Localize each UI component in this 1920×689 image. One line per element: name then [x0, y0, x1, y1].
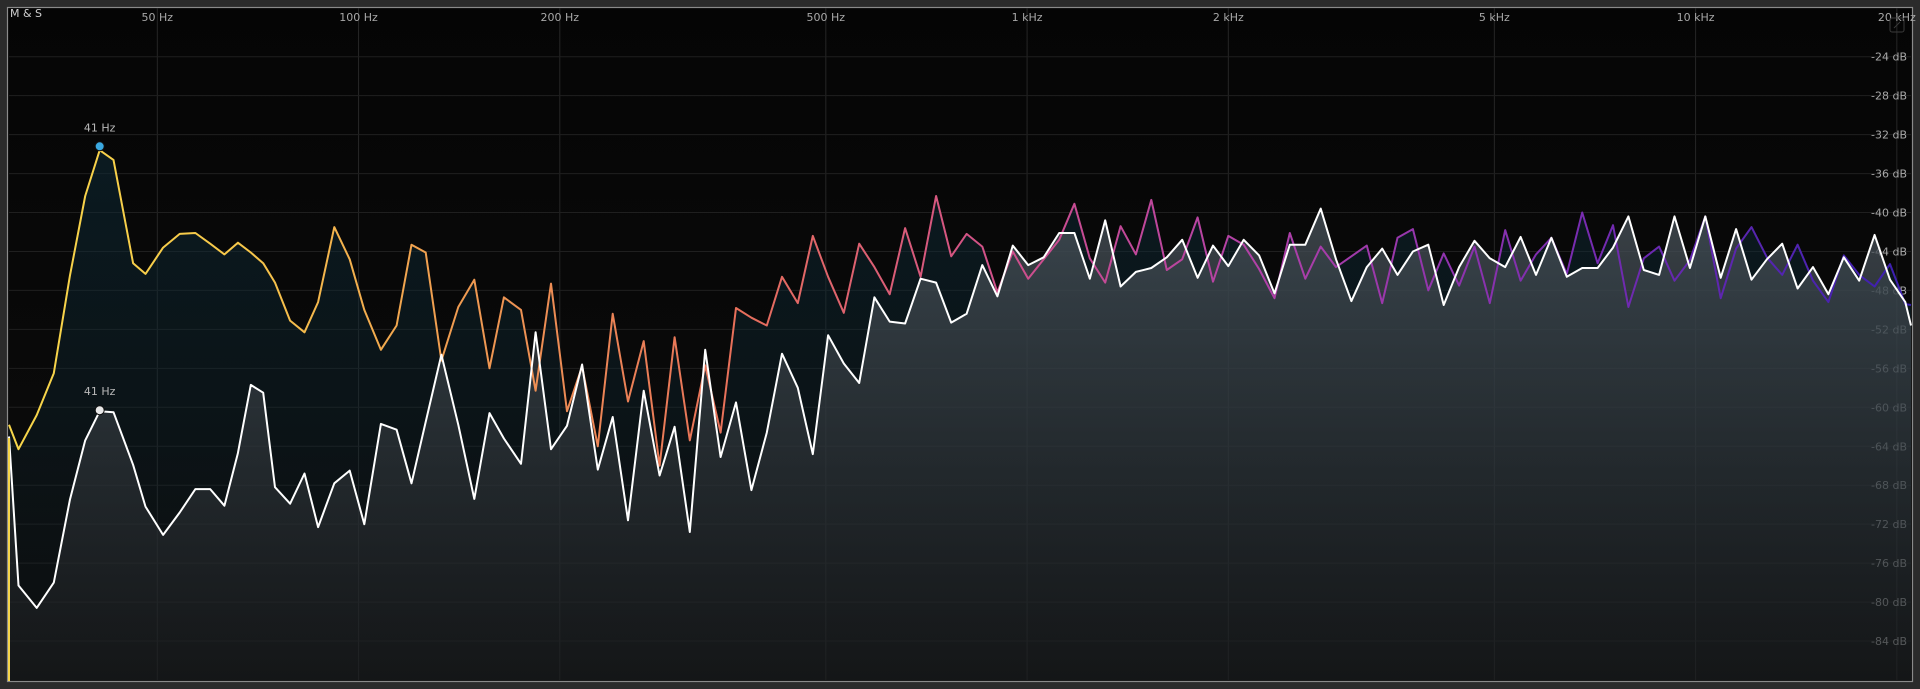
peak-label-mid: 41 Hz	[84, 121, 116, 134]
x-tick-label: 200 Hz	[541, 11, 580, 24]
x-tick-label: 500 Hz	[807, 11, 846, 24]
y-tick-label: -32 dB	[1871, 129, 1907, 142]
spectrum-analyzer[interactable]: 50 Hz 100 Hz 200 Hz 500 Hz 1 kHz 2 kHz 5 kHz 10…	[0, 0, 1920, 689]
x-tick-label: 100 Hz	[339, 11, 378, 24]
peak-label-side: 41 Hz	[84, 385, 116, 398]
x-tick-label: 50 Hz	[142, 11, 174, 24]
peak-marker-side[interactable]	[94, 405, 105, 416]
y-tick-label: -28 dB	[1871, 90, 1907, 103]
y-tick-label: -40 dB	[1871, 207, 1907, 220]
x-tick-label: 2 kHz	[1213, 11, 1244, 24]
x-tick-label: 5 kHz	[1479, 11, 1510, 24]
x-tick-label: 1 kHz	[1012, 11, 1043, 24]
x-tick-label: 10 kHz	[1677, 11, 1715, 24]
mode-label[interactable]: M & S	[10, 7, 42, 20]
peak-marker-mid[interactable]	[94, 141, 105, 152]
y-tick-label: -24 dB	[1871, 51, 1907, 64]
y-tick-label: -36 dB	[1871, 168, 1907, 181]
